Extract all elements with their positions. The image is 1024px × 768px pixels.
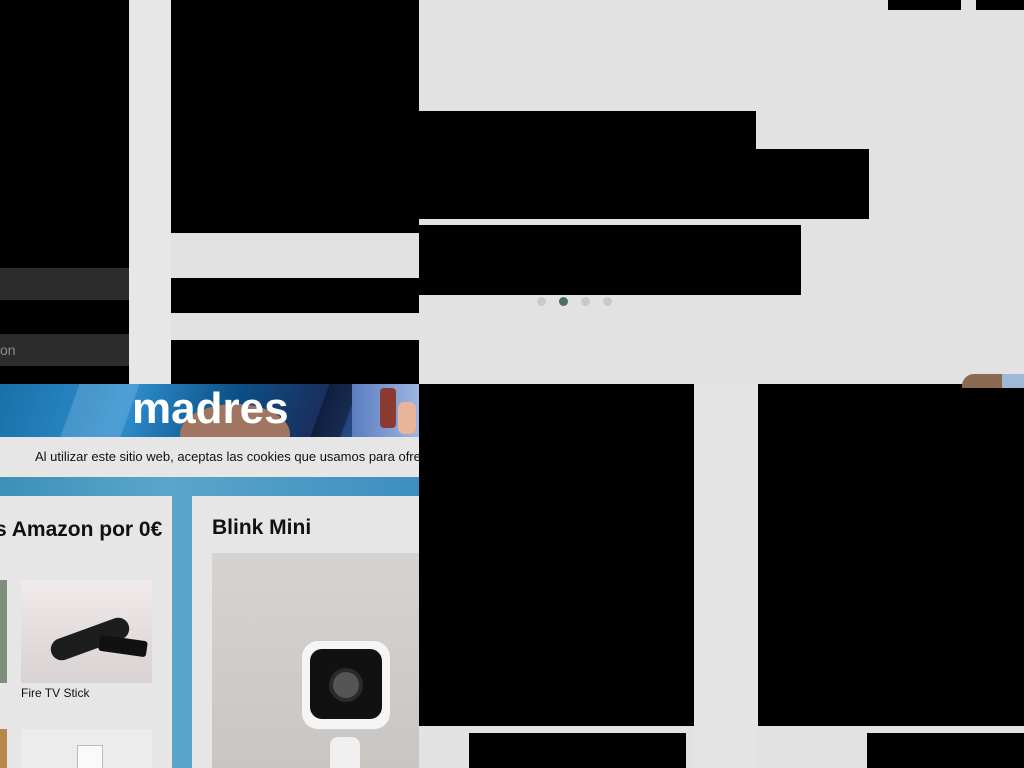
redacted-card-text (469, 733, 686, 768)
redacted-text-block (171, 278, 419, 313)
redacted-card-text (867, 733, 1024, 768)
cookie-notice: Al utilizar este sitio web, aceptas las … (0, 437, 419, 477)
product-thumbnail-partial[interactable] (0, 729, 7, 768)
camera-lens (333, 672, 359, 698)
fire-tv-stick-thumbnail[interactable] (21, 580, 152, 683)
carousel-dot-1[interactable] (537, 297, 546, 306)
promo-banner[interactable]: madres (0, 384, 419, 437)
redacted-nav-item[interactable] (976, 0, 1024, 10)
blink-mini-card[interactable]: Blink Mini (192, 496, 419, 768)
card-gap (694, 384, 758, 768)
amazon-devices-card[interactable]: s Amazon por 0€ Fire TV Stick (0, 496, 172, 768)
banner-title: madres (132, 384, 289, 433)
sidebar-field-text: on (0, 342, 16, 358)
left-sidebar-panel (0, 0, 129, 384)
banner-decoration (60, 384, 140, 437)
sidebar-search-field[interactable]: on (0, 334, 129, 366)
blink-mini-product-image[interactable] (212, 553, 419, 768)
cookie-notice-text: Al utilizar este sitio web, aceptas las … (35, 449, 419, 464)
redacted-hero-line (419, 111, 756, 151)
redacted-hero-line (419, 225, 801, 295)
product-thumbnail-partial[interactable] (0, 580, 7, 683)
sidebar-field-1[interactable] (0, 268, 129, 300)
redacted-card-image[interactable] (758, 384, 1024, 726)
gutter (129, 0, 171, 384)
redacted-hero-line (419, 149, 869, 219)
toy-figure (398, 402, 416, 434)
device-image (77, 745, 103, 768)
toy-figure (380, 388, 396, 428)
product-label[interactable]: Fire TV Stick (21, 686, 89, 700)
product-thumbnail[interactable] (21, 729, 152, 768)
camera-stand (330, 737, 360, 768)
card-title: s Amazon por 0€ (0, 518, 163, 541)
redacted-nav-item[interactable] (888, 0, 961, 10)
redacted-image-block (171, 0, 419, 233)
carousel-dot-3[interactable] (581, 297, 590, 306)
redacted-text-block (171, 340, 419, 384)
card-title: Blink Mini (212, 516, 312, 539)
carousel-dot-2-active[interactable] (559, 297, 568, 306)
carousel-dot-4[interactable] (603, 297, 612, 306)
partial-image-top-right (962, 374, 1024, 388)
redacted-card-image[interactable] (419, 384, 694, 726)
